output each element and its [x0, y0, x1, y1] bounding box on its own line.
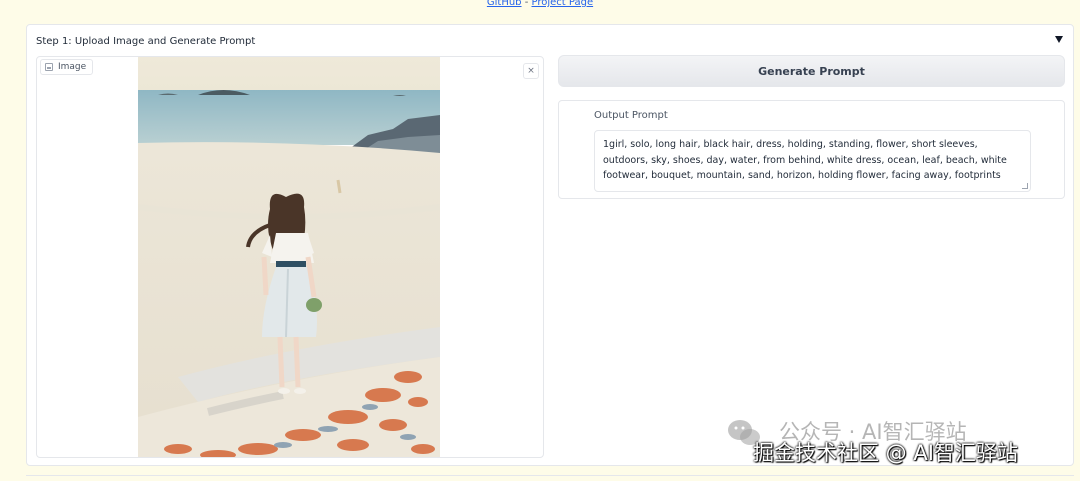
output-prompt-textarea[interactable]: 1girl, solo, long hair, black hair, dres…	[594, 130, 1031, 192]
divider	[26, 475, 1074, 476]
image-label-badge: Image	[40, 59, 94, 75]
generate-prompt-button[interactable]: Generate Prompt	[558, 55, 1065, 87]
step-title: Step 1: Upload Image and Generate Prompt	[36, 35, 256, 47]
close-icon: ×	[527, 66, 535, 76]
image-label-text: Image	[58, 62, 87, 72]
uploaded-image	[138, 57, 440, 457]
image-icon	[45, 63, 53, 71]
image-upload-area[interactable]: Image ×	[36, 56, 544, 458]
triangle-down-icon[interactable]	[1055, 36, 1063, 43]
output-prompt-label: Output Prompt	[594, 110, 668, 121]
clear-image-button[interactable]: ×	[523, 63, 539, 79]
project-page-link[interactable]: Project Page	[532, 0, 594, 8]
watermark-line-2: 掘金技术社区 @ AI智汇驿站	[753, 441, 1018, 465]
link-separator: -	[521, 0, 532, 8]
github-link[interactable]: GitHub	[487, 0, 522, 8]
step-panel: Step 1: Upload Image and Generate Prompt…	[26, 24, 1074, 466]
resize-handle-icon[interactable]	[1022, 183, 1028, 189]
header-links: GitHub - Project Page	[0, 0, 1080, 8]
output-prompt-text: 1girl, solo, long hair, black hair, dres…	[603, 139, 1007, 181]
step-header[interactable]: Step 1: Upload Image and Generate Prompt	[27, 25, 1073, 57]
output-prompt-box: Output Prompt 1girl, solo, long hair, bl…	[558, 100, 1065, 199]
